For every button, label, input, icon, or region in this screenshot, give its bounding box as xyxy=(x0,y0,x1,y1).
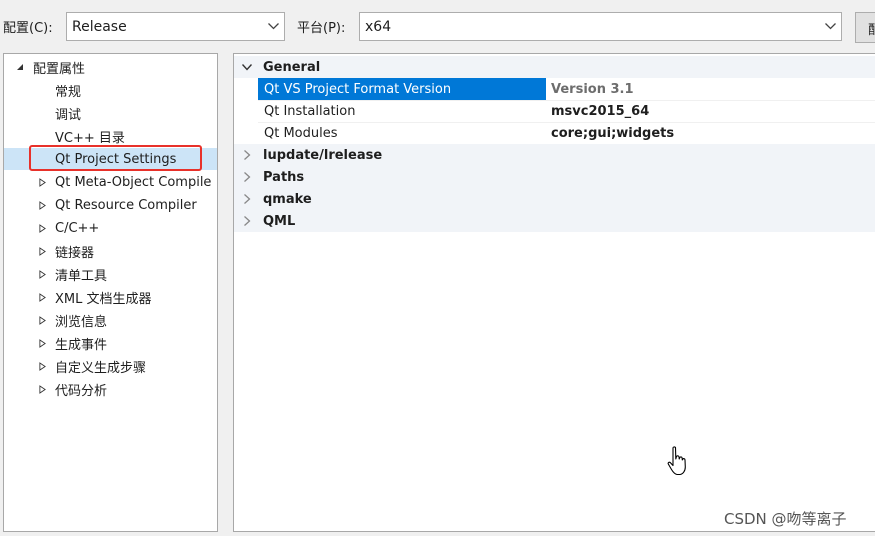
category-label: qmake xyxy=(263,191,312,207)
tree-item-vc-directories[interactable]: VC++ 目录 xyxy=(4,125,217,147)
property-name: Qt VS Project Format Version xyxy=(264,81,452,97)
chevron-right-icon[interactable] xyxy=(241,215,253,227)
tree-item-label: Qt Resource Compiler xyxy=(55,197,197,213)
collapsed-triangle-icon[interactable] xyxy=(37,200,47,210)
platform-dropdown-value: x64 xyxy=(365,18,392,35)
tree-root-config-properties[interactable]: 配置属性 xyxy=(4,56,217,78)
collapsed-triangle-icon[interactable] xyxy=(37,315,47,325)
hand-cursor-icon xyxy=(667,446,686,476)
config-toolbar: 配置(C): Release 平台(P): x64 配 xyxy=(0,0,875,52)
tree-item-label: 清单工具 xyxy=(55,268,108,284)
chevron-right-icon[interactable] xyxy=(241,149,253,161)
property-value[interactable]: Version 3.1 xyxy=(551,82,634,97)
category-label: QML xyxy=(263,213,296,229)
property-name: Qt Modules xyxy=(264,125,338,141)
tree-item-manifest-tool[interactable]: 清单工具 xyxy=(4,263,217,285)
tree-item-qt-resource-compiler[interactable]: Qt Resource Compiler xyxy=(4,194,217,216)
property-tree: 配置属性 常规 调试 VC++ 目录 Qt Project Settings Q… xyxy=(3,53,218,532)
category-qml[interactable]: QML xyxy=(234,210,875,232)
category-label: Paths xyxy=(263,169,305,185)
collapsed-triangle-icon[interactable] xyxy=(37,223,47,233)
collapsed-triangle-icon[interactable] xyxy=(37,246,47,256)
property-grid: General Qt VS Project Format Version Ver… xyxy=(233,53,875,532)
category-general[interactable]: General xyxy=(234,56,875,78)
tree-item-label: 浏览信息 xyxy=(55,314,108,330)
property-name: Qt Installation xyxy=(264,103,356,119)
tree-item-xml-doc-generator[interactable]: XML 文档生成器 xyxy=(4,286,217,308)
config-dropdown-value: Release xyxy=(72,18,127,35)
chevron-down-icon xyxy=(262,13,284,40)
tree-item-label: 链接器 xyxy=(55,245,95,261)
expanded-triangle-icon[interactable] xyxy=(15,62,25,72)
tree-item-label: C/C++ xyxy=(55,220,100,236)
tree-item-custom-build-step[interactable]: 自定义生成步骤 xyxy=(4,355,217,377)
category-qmake[interactable]: qmake xyxy=(234,188,875,210)
tree-item-label: 调试 xyxy=(55,107,82,123)
platform-dropdown[interactable]: x64 xyxy=(359,12,842,41)
configuration-manager-button[interactable]: 配 xyxy=(855,12,875,43)
tree-item-c-cpp[interactable]: C/C++ xyxy=(4,217,217,239)
property-row-qt-modules[interactable]: Qt Modules core;gui;widgets xyxy=(258,122,875,144)
collapsed-triangle-icon[interactable] xyxy=(37,292,47,302)
category-label: General xyxy=(263,59,321,75)
watermark-text: CSDN @吻等离子 xyxy=(724,510,847,528)
collapsed-triangle-icon[interactable] xyxy=(37,177,47,187)
tree-item-label: 自定义生成步骤 xyxy=(55,360,147,376)
tree-item-label: 代码分析 xyxy=(55,383,108,399)
chevron-down-icon[interactable] xyxy=(241,61,253,73)
property-row-qt-installation[interactable]: Qt Installation msvc2015_64 xyxy=(258,100,875,122)
property-row-qt-vs-project-format-version[interactable]: Qt VS Project Format Version Version 3.1 xyxy=(258,78,875,100)
property-value[interactable]: msvc2015_64 xyxy=(551,104,649,119)
tree-item-label: 常规 xyxy=(55,84,82,100)
tree-item-label: 配置属性 xyxy=(33,61,86,77)
collapsed-triangle-icon[interactable] xyxy=(37,338,47,348)
category-paths[interactable]: Paths xyxy=(234,166,875,188)
tree-item-browse-information[interactable]: 浏览信息 xyxy=(4,309,217,331)
tree-item-qt-project-settings[interactable]: Qt Project Settings xyxy=(4,148,217,170)
config-label: 配置(C): xyxy=(3,21,53,36)
property-value[interactable]: core;gui;widgets xyxy=(551,126,674,141)
tree-item-label: 生成事件 xyxy=(55,337,108,353)
chevron-right-icon[interactable] xyxy=(241,171,253,183)
tree-item-code-analysis[interactable]: 代码分析 xyxy=(4,378,217,400)
category-label: lupdate/lrelease xyxy=(263,147,383,163)
tree-item-label: Qt Project Settings xyxy=(55,151,177,167)
tree-item-debugging[interactable]: 调试 xyxy=(4,102,217,124)
platform-label: 平台(P): xyxy=(297,21,346,36)
collapsed-triangle-icon[interactable] xyxy=(37,361,47,371)
collapsed-triangle-icon[interactable] xyxy=(37,384,47,394)
tree-item-label: XML 文档生成器 xyxy=(55,291,152,307)
chevron-right-icon[interactable] xyxy=(241,193,253,205)
tree-item-label: Qt Meta-Object Compile xyxy=(55,174,212,190)
config-dropdown[interactable]: Release xyxy=(66,12,285,41)
tree-item-linker[interactable]: 链接器 xyxy=(4,240,217,262)
tree-item-qt-meta-object-compiler[interactable]: Qt Meta-Object Compile xyxy=(4,171,217,193)
chevron-down-icon xyxy=(819,13,841,40)
tree-item-general[interactable]: 常规 xyxy=(4,79,217,101)
category-lupdate-lrelease[interactable]: lupdate/lrelease xyxy=(234,144,875,166)
tree-item-build-events[interactable]: 生成事件 xyxy=(4,332,217,354)
tree-item-label: VC++ 目录 xyxy=(55,130,125,146)
collapsed-triangle-icon[interactable] xyxy=(37,269,47,279)
